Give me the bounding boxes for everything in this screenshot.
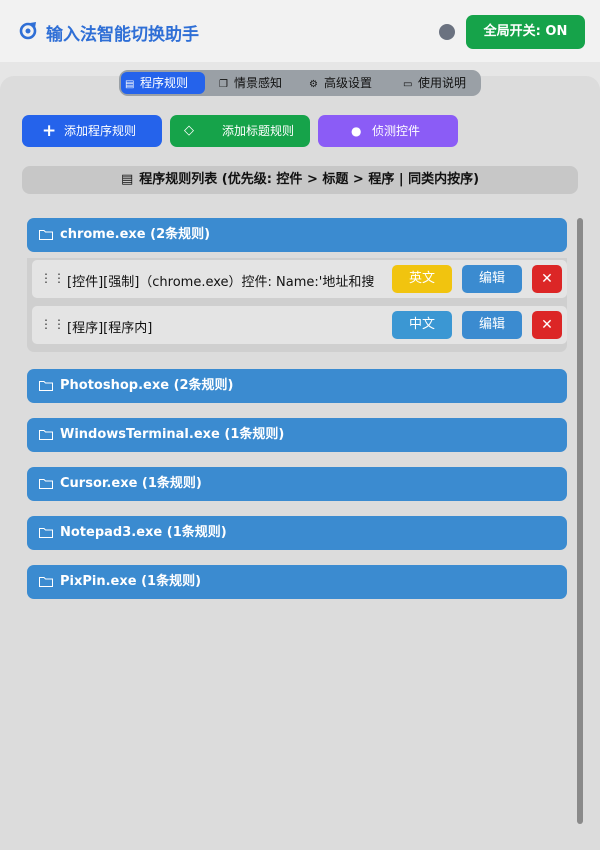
rule-text: [程序][程序内] xyxy=(67,321,153,336)
group-header[interactable]: Notepad3.exe (1条规则) xyxy=(27,516,567,550)
magnifier-icon: ● xyxy=(351,124,362,138)
status-indicator xyxy=(439,24,455,40)
group-header[interactable]: PixPin.exe (1条规则) xyxy=(27,565,567,599)
tab-instructions[interactable]: ▭ 使用说明 xyxy=(399,72,479,94)
book-icon: ▭ xyxy=(403,79,413,90)
delete-button[interactable]: ✕ xyxy=(532,265,562,293)
plus-icon: + xyxy=(42,121,57,141)
tab-advanced-settings[interactable]: ⚙ 高级设置 xyxy=(305,72,385,94)
tab-context-aware[interactable]: ❐ 情景感知 xyxy=(215,72,295,94)
button-label: 侦测控件 xyxy=(372,124,421,138)
windows-icon: ❐ xyxy=(219,79,228,90)
folder-icon xyxy=(39,577,53,587)
rule-list-header: ▤ 程序规则列表 (优先级: 控件 > 标题 > 程序 | 同类内按序) xyxy=(22,166,578,194)
folder-icon xyxy=(39,381,53,391)
edit-button[interactable]: 编辑 xyxy=(462,265,522,293)
rule-row: ⋮⋮ [控件][强制]（chrome.exe）控件: Name:'地址和搜 英文… xyxy=(32,260,567,298)
folder-icon xyxy=(39,430,53,440)
tab-bar: ▤ 程序规则 ❐ 情景感知 ⚙ 高级设置 ▭ 使用说明 xyxy=(119,70,481,96)
app-title: 输入法智能切换助手 xyxy=(46,25,199,45)
refresh-target-icon xyxy=(19,22,37,40)
rule-list-title: 程序规则列表 (优先级: 控件 > 标题 > 程序 | 同类内按序) xyxy=(139,172,480,187)
tab-label: 程序规则 xyxy=(140,76,189,90)
language-button[interactable]: 中文 xyxy=(392,311,452,339)
folder-icon xyxy=(39,528,53,538)
delete-button[interactable]: ✕ xyxy=(532,311,562,339)
rule-text: [控件][强制]（chrome.exe）控件: Name:'地址和搜 xyxy=(67,275,375,290)
group-label: PixPin.exe (1条规则) xyxy=(60,574,202,589)
drag-handle-icon[interactable]: ⋮⋮ xyxy=(40,317,66,331)
app-header: 输入法智能切换助手 全局开关: ON xyxy=(0,0,600,62)
gear-icon: ⚙ xyxy=(309,79,318,90)
detect-control-button[interactable]: ● 侦测控件 xyxy=(318,115,458,147)
document-icon: ▤ xyxy=(125,79,135,90)
group-header[interactable]: chrome.exe (2条规则) xyxy=(27,218,567,252)
rule-row: ⋮⋮ [程序][程序内] 中文 编辑 ✕ xyxy=(32,306,567,344)
scrollbar[interactable] xyxy=(577,218,583,824)
rules-container: ⋮⋮ [控件][强制]（chrome.exe）控件: Name:'地址和搜 英文… xyxy=(27,258,567,352)
tab-program-rules[interactable]: ▤ 程序规则 xyxy=(121,72,205,94)
group-label: Photoshop.exe (2条规则) xyxy=(60,378,234,393)
button-label: 添加标题规则 xyxy=(222,124,295,138)
folder-icon xyxy=(39,479,53,489)
button-label: 添加程序规则 xyxy=(64,124,137,138)
drag-handle-icon[interactable]: ⋮⋮ xyxy=(40,271,66,285)
group-header[interactable]: Cursor.exe (1条规则) xyxy=(27,467,567,501)
group-label: chrome.exe (2条规则) xyxy=(60,227,211,242)
folder-icon xyxy=(39,230,53,240)
group-label: WindowsTerminal.exe (1条规则) xyxy=(60,427,285,442)
tag-icon: ◇ xyxy=(184,123,194,138)
language-button[interactable]: 英文 xyxy=(392,265,452,293)
group-header[interactable]: WindowsTerminal.exe (1条规则) xyxy=(27,418,567,452)
list-icon: ▤ xyxy=(120,172,134,187)
group-header[interactable]: Photoshop.exe (2条规则) xyxy=(27,369,567,403)
tab-label: 高级设置 xyxy=(324,76,373,90)
group-label: Cursor.exe (1条规则) xyxy=(60,476,202,491)
add-program-rule-button[interactable]: + 添加程序规则 xyxy=(22,115,162,147)
tab-label: 情景感知 xyxy=(234,76,283,90)
tab-label: 使用说明 xyxy=(418,76,467,90)
group-label: Notepad3.exe (1条规则) xyxy=(60,525,227,540)
global-toggle-button[interactable]: 全局开关: ON xyxy=(466,15,585,49)
add-title-rule-button[interactable]: ◇ 添加标题规则 xyxy=(170,115,310,147)
edit-button[interactable]: 编辑 xyxy=(462,311,522,339)
